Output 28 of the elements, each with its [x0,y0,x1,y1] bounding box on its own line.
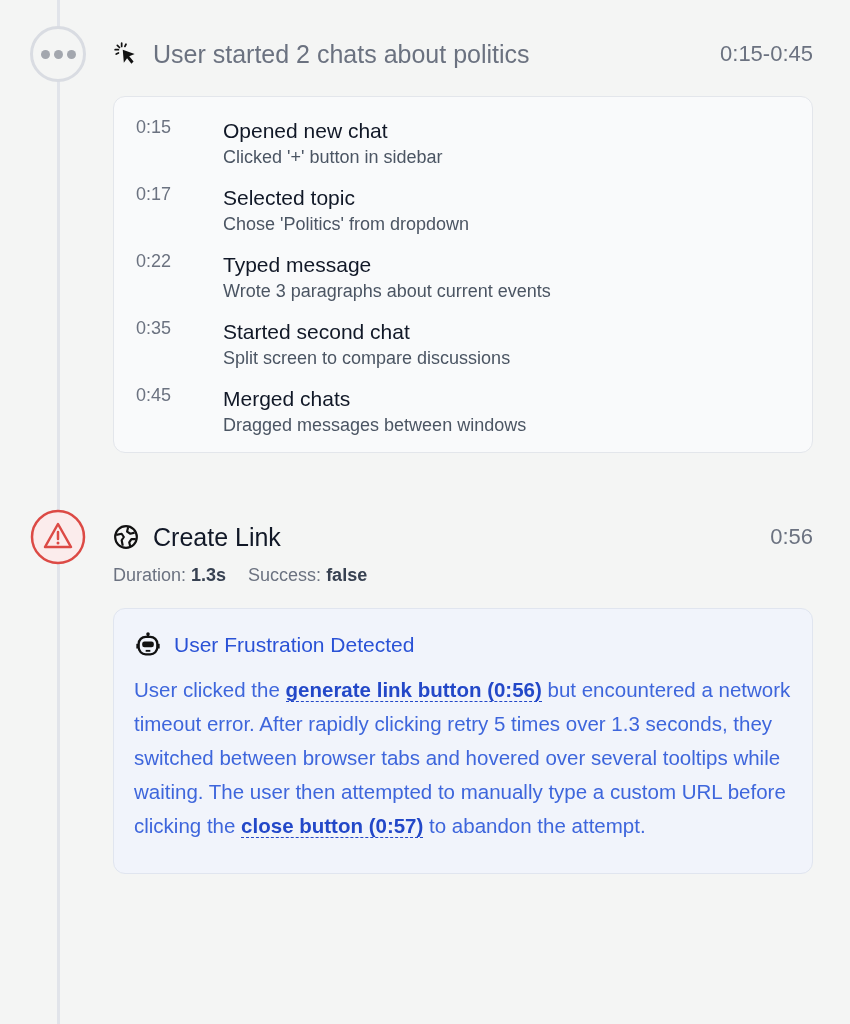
step-time: 0:17 [136,184,173,206]
step-time: 0:45 [136,385,173,407]
meta-text: Success: false [248,565,368,586]
globe-icon [113,524,139,550]
step-time: 0:22 [136,251,173,273]
step-title: Typed message [223,253,373,277]
step-detail: Wrote 3 paragraphs about current events [223,281,551,302]
warning-icon [30,509,86,565]
step-detail: Split screen to compare discussions [223,348,511,369]
timestamp-link[interactable]: close button (0:57) [241,814,424,838]
step-title: Started second chat [223,320,411,344]
insight-title: User Frustration Detected [174,633,415,657]
step-time: 0:35 [136,318,173,340]
timestamp-link[interactable]: generate link button (0:56) [285,678,542,702]
step-title: Selected topic [223,186,356,210]
step-detail: Dragged messages between windows [223,415,527,436]
step-time: 0:15 [136,117,173,139]
event-title: Create Link [153,522,282,552]
step-title: Merged chats [223,387,352,411]
step-detail: Clicked '+' button in sidebar [223,147,443,168]
robot-icon [134,631,162,659]
step-detail: Chose 'Politics' from dropdown [223,214,469,235]
insight-text: User clicked the generate link button (0:56) but encountered a network timeout error. After rapidly clicking retry 5 times over 1.3 seconds, they switched between browser tabs and hovered over several tooltips while waiting. The user then attempted to manually type a custom URL before clicking the close button (0:57) to abandon the attempt. [134,677,792,840]
event-time: 0:56 [770,524,813,550]
step-title: Opened new chat [223,119,389,143]
event-time: 0:15-0:45 [720,41,813,67]
event-title: User started 2 chats about politics [153,39,531,69]
meta-text: Duration: 1.3s [113,565,227,586]
